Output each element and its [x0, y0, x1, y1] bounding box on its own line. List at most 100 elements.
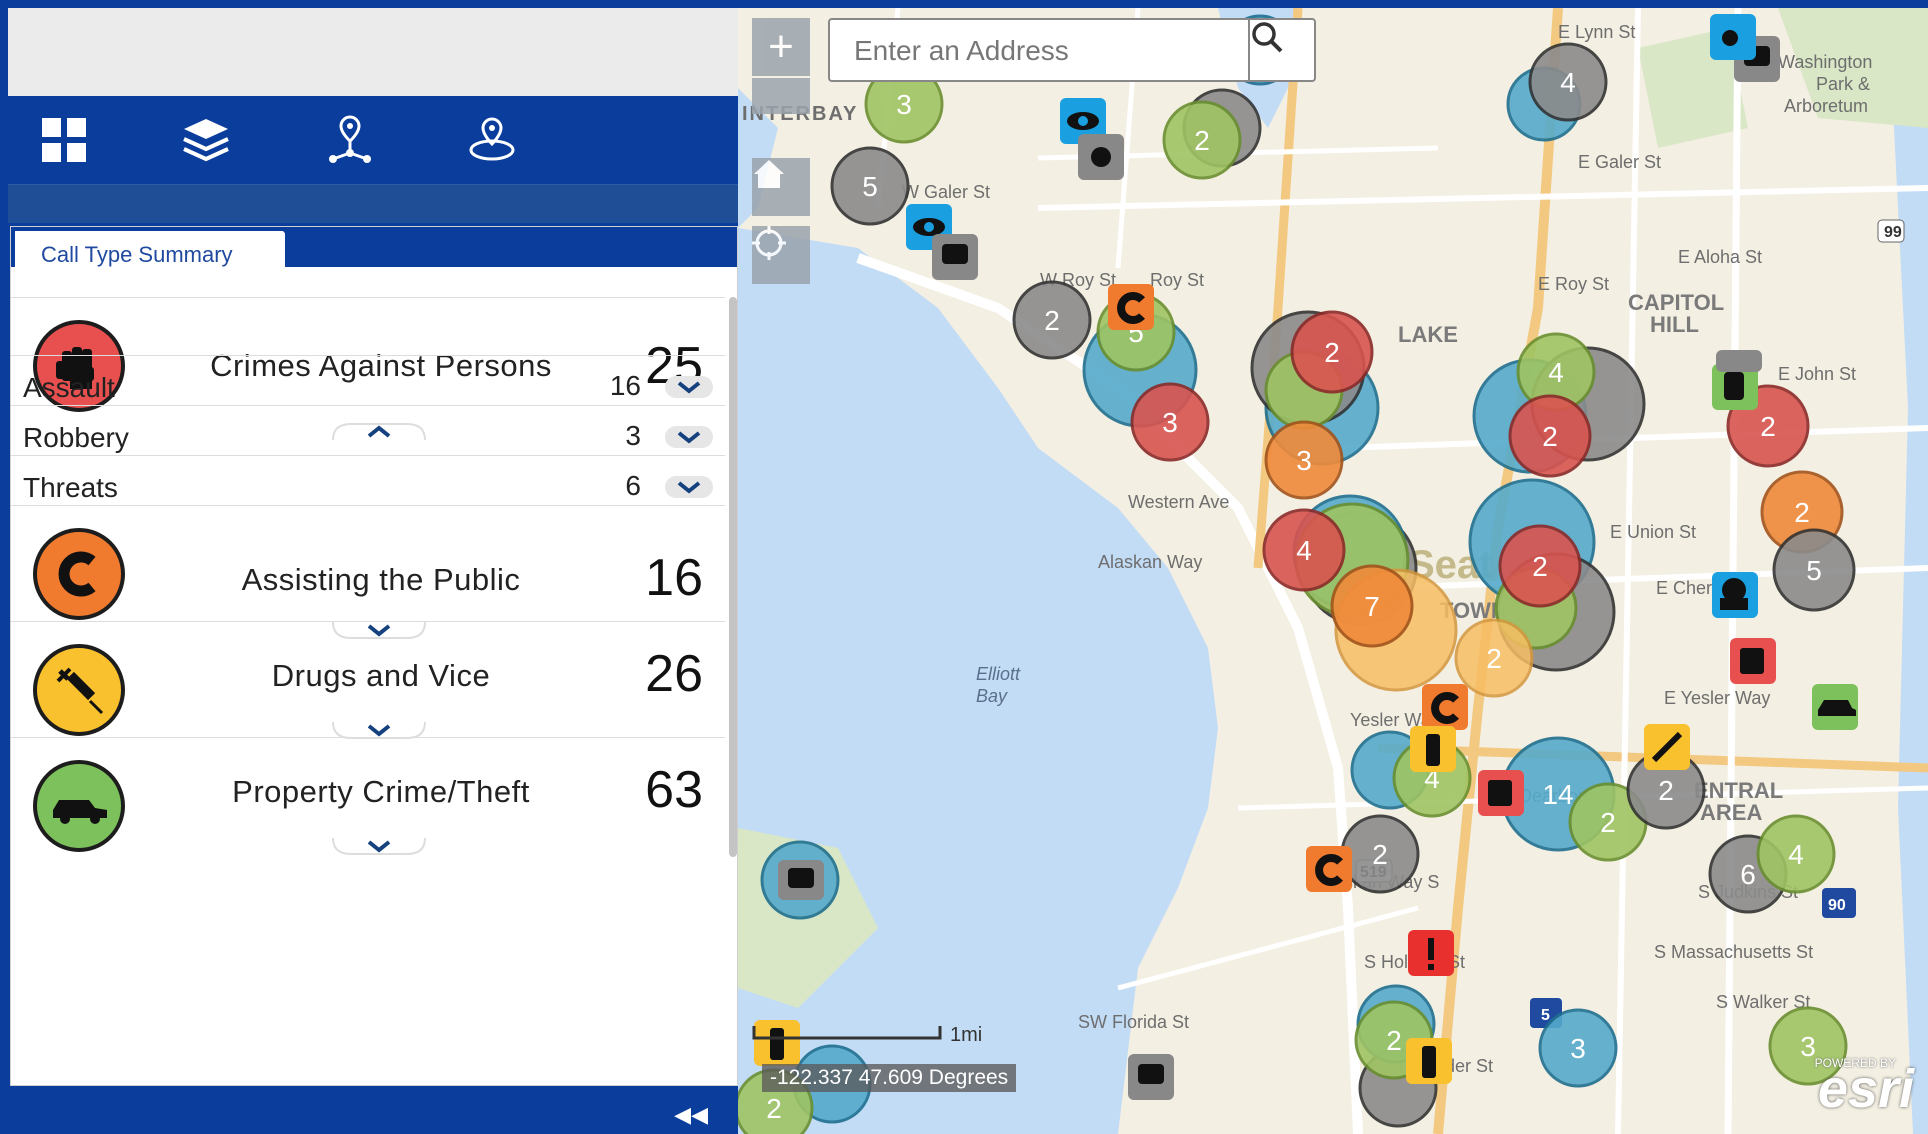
svg-text:3: 3: [1162, 407, 1178, 438]
search-icon: [1252, 22, 1283, 53]
address-search: [828, 18, 1316, 82]
explosion-icon: [1716, 350, 1762, 372]
cluster-marker: 7: [1330, 564, 1414, 648]
svg-text:4: 4: [1296, 535, 1312, 566]
map-label: Alaskan Way: [1098, 552, 1202, 572]
map-label: W Galer St: [902, 182, 990, 202]
cluster-marker: 3: [1538, 1008, 1618, 1088]
svg-text:2: 2: [1044, 305, 1060, 336]
subtype-count: 16: [609, 370, 641, 401]
locate-button[interactable]: [752, 226, 810, 284]
map-label: 5: [1541, 1007, 1550, 1024]
toolbar: [8, 96, 738, 184]
chevron-down-icon[interactable]: [331, 837, 427, 860]
svg-text:2: 2: [1600, 807, 1616, 838]
subheader-bar: [8, 184, 738, 223]
svg-text:3: 3: [1296, 445, 1312, 476]
map-label: Washington: [1778, 52, 1872, 72]
map-label: SW Florida St: [1078, 1012, 1189, 1032]
svg-text:2: 2: [1532, 551, 1548, 582]
side-panel: Call Type Summary Crimes Against Persons…: [0, 0, 738, 1134]
cluster-marker: 3: [1130, 382, 1210, 462]
svg-text:2: 2: [1486, 643, 1502, 674]
svg-text:6: 6: [1740, 859, 1756, 890]
svg-text:2: 2: [1542, 421, 1558, 452]
cluster-marker: 5: [830, 146, 910, 226]
svg-text:2: 2: [1386, 1025, 1402, 1056]
svg-text:2: 2: [1658, 775, 1674, 806]
home-button[interactable]: [752, 158, 810, 216]
category-count: 16: [645, 549, 703, 607]
category-name: Property Crime/Theft: [232, 774, 530, 809]
map-label: E Aloha St: [1678, 247, 1762, 267]
svg-text:4: 4: [1560, 67, 1576, 98]
zoom-out-button[interactable]: [752, 78, 810, 114]
map-label: Roy St: [1150, 270, 1204, 290]
cluster-marker: 5: [1772, 528, 1856, 612]
svg-text:2: 2: [1794, 497, 1810, 528]
collapse-panel-icon[interactable]: ◀◀: [674, 1102, 708, 1128]
map-label: Arboretum: [1784, 96, 1868, 116]
tab-call-type-summary[interactable]: Call Type Summary: [15, 231, 285, 267]
subtype-label: Assault: [23, 372, 115, 403]
svg-text:2: 2: [1760, 411, 1776, 442]
esri-logo[interactable]: esri: [1818, 1058, 1914, 1120]
svg-text:2: 2: [1372, 839, 1388, 870]
map-label: E Union St: [1610, 522, 1696, 542]
scale-label: 1mi: [950, 1024, 983, 1046]
subtype-count: 3: [625, 420, 641, 451]
coordinate-readout: -122.337 47.609 Degrees: [762, 1064, 1017, 1092]
category-property-crime-theft[interactable]: Property Crime/Theft 63: [11, 737, 725, 878]
chevron-down-icon[interactable]: [665, 476, 713, 498]
cluster-marker: 2: [1508, 394, 1592, 478]
category-count: 26: [645, 645, 703, 703]
cluster-marker: 2: [1340, 814, 1420, 894]
svg-text:3: 3: [1570, 1033, 1586, 1064]
map-label: E Yesler Way: [1664, 688, 1770, 708]
scale-bar: 1mi: [752, 1020, 992, 1050]
map-label: 90: [1828, 897, 1846, 914]
map-label: E Galer St: [1578, 152, 1661, 172]
zoom-in-button[interactable]: +: [752, 18, 810, 76]
subtype-label: Robbery: [23, 422, 129, 453]
panel-scrollbar[interactable]: [729, 297, 737, 857]
footer-bar: ◀◀: [8, 1090, 738, 1134]
location-network-icon[interactable]: [324, 114, 376, 166]
tab-strip: Call Type Summary: [11, 227, 737, 267]
category-name: Assisting the Public: [241, 562, 521, 597]
map-label: E Lynn St: [1558, 22, 1635, 42]
cluster-marker: 2: [1012, 280, 1092, 360]
svg-text:3: 3: [896, 89, 912, 120]
car-icon: [33, 760, 125, 852]
svg-text:4: 4: [1788, 839, 1804, 870]
map-label: 99: [1884, 224, 1902, 241]
cluster-marker: 3: [1264, 420, 1344, 500]
chevron-down-icon[interactable]: [665, 426, 713, 448]
layers-icon[interactable]: [180, 114, 232, 166]
map-label: AREA: [1700, 800, 1762, 825]
chevron-down-icon[interactable]: [665, 376, 713, 398]
search-input[interactable]: [852, 32, 1236, 70]
map-view[interactable]: INTERBAY W Galer St W Roy St Roy St E Ly…: [738, 8, 1928, 1134]
map-label: Western Ave: [1128, 492, 1229, 512]
svg-text:7: 7: [1364, 591, 1380, 622]
subtype-count: 6: [625, 470, 641, 501]
category-count: 63: [645, 761, 703, 819]
map-label: Bay: [976, 686, 1008, 706]
map-label: Park &: [1816, 74, 1870, 94]
map-label: LAKE: [1398, 322, 1458, 347]
search-button[interactable]: [1248, 20, 1314, 80]
map-label: Elliott: [976, 664, 1021, 684]
cluster-marker: 4: [1756, 814, 1836, 894]
tab-label: Call Type Summary: [41, 242, 233, 267]
svg-text:5: 5: [862, 171, 878, 202]
header-bar: [8, 8, 738, 96]
subtype-label: Threats: [23, 472, 118, 503]
map-label: HILL: [1650, 312, 1699, 337]
svg-text:14: 14: [1542, 779, 1573, 810]
svg-text:3: 3: [1800, 1031, 1816, 1062]
location-radius-icon[interactable]: [466, 114, 518, 166]
svg-text:2: 2: [1194, 125, 1210, 156]
svg-text:2: 2: [1324, 337, 1340, 368]
grid-icon[interactable]: [38, 114, 90, 166]
